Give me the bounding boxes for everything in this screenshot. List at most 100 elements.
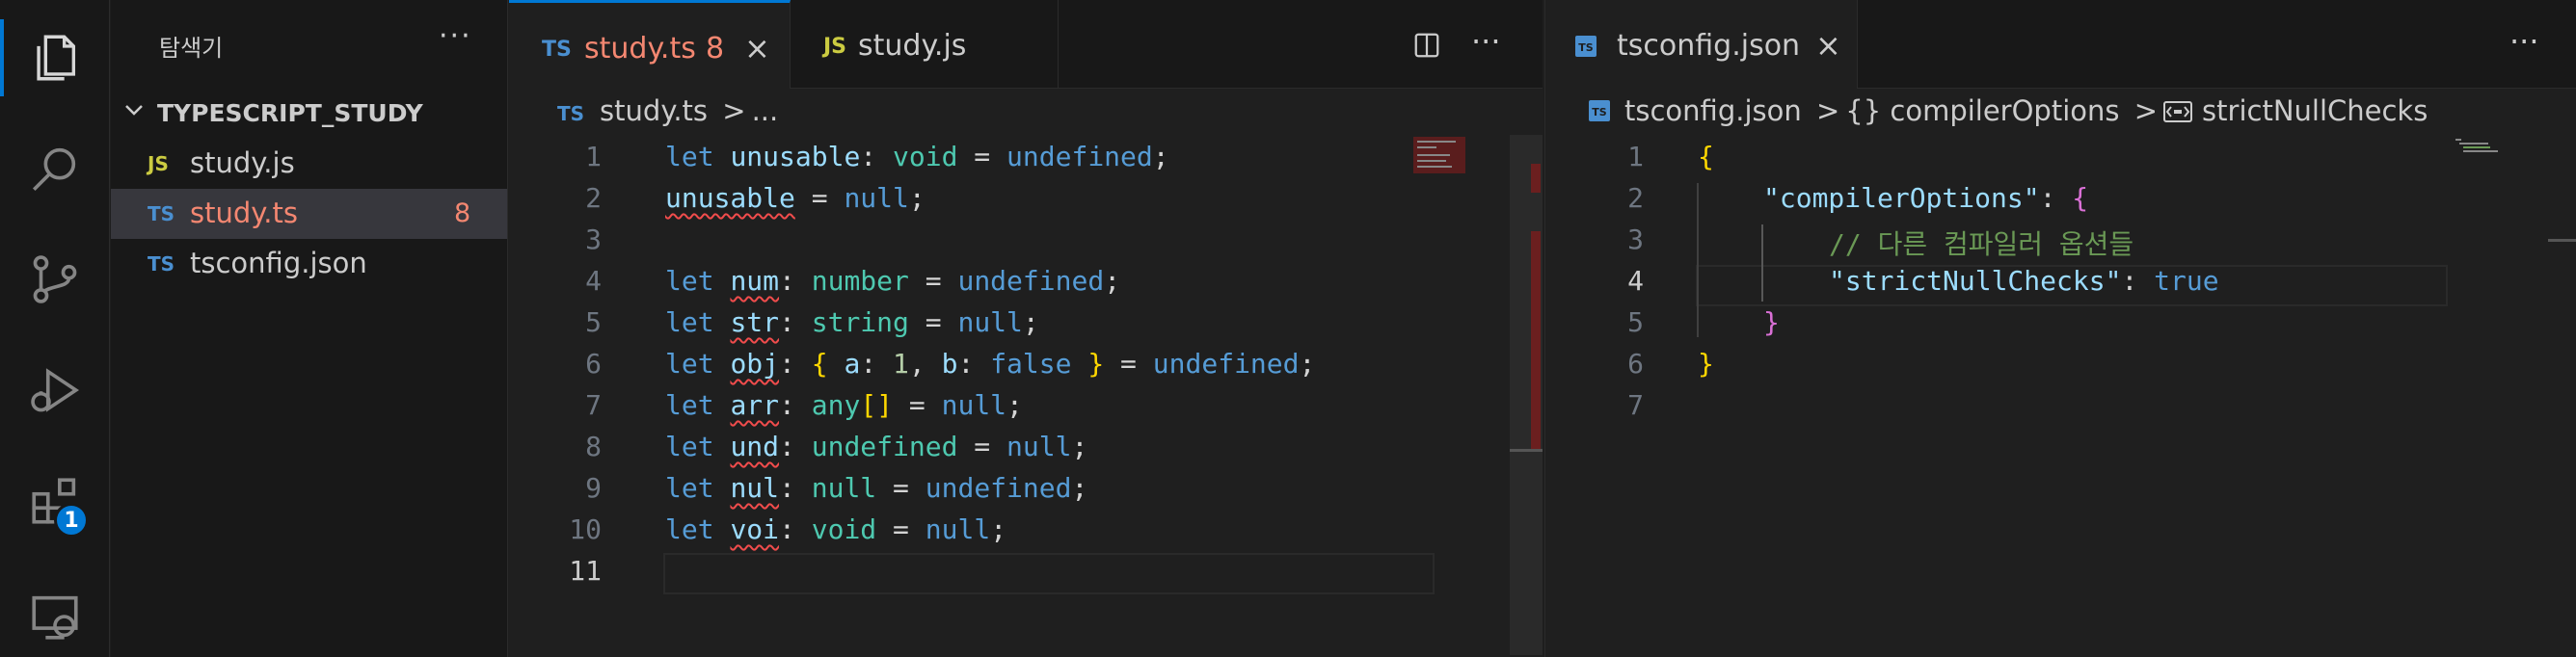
remote-explorer-icon[interactable] xyxy=(0,568,110,657)
vertical-scrollbar[interactable] xyxy=(2548,239,2576,242)
code-line: // 다른 컴파일러 옵션들 xyxy=(1829,223,2133,265)
vertical-scrollbar[interactable] xyxy=(1510,135,1543,655)
tab-bar: TS study.ts 8 × JS study.js ··· xyxy=(509,0,1543,89)
code-line: let arr: any[] = null; xyxy=(665,389,1023,421)
split-editor-icon[interactable] xyxy=(1411,31,1442,60)
code-line: "compilerOptions": { xyxy=(1763,182,2089,214)
svg-text:TS: TS xyxy=(1592,106,1607,118)
more-actions-button[interactable]: ··· xyxy=(1471,23,1501,60)
more-actions-button[interactable]: ··· xyxy=(2509,23,2539,60)
js-file-icon: JS xyxy=(823,35,847,59)
line-number: 5 xyxy=(1627,306,1644,338)
breadcrumb-property[interactable]: strictNullChecks xyxy=(2202,94,2428,127)
json-value: true xyxy=(2154,265,2219,297)
current-line-highlight xyxy=(663,553,1435,594)
code-line: let num: number = undefined; xyxy=(665,265,1121,297)
editor-group-left: TS study.ts 8 × JS study.js ··· TS study.… xyxy=(509,0,1543,657)
code-line: let nul: null = undefined; xyxy=(665,472,1088,504)
tab-label: study.ts xyxy=(584,32,696,66)
js-file-icon: JS xyxy=(148,152,169,175)
code-line: unusable = null; xyxy=(665,182,926,214)
breadcrumb-separator: > xyxy=(1815,94,1840,127)
line-number: 9 xyxy=(585,472,602,504)
line-number: 3 xyxy=(1627,223,1644,255)
file-item-tsconfig[interactable]: TS tsconfig.json xyxy=(111,239,507,289)
editor-group-right: TS tsconfig.json × ··· TS tsconfig.json >… xyxy=(1544,0,2576,657)
breadcrumb-separator: > xyxy=(2133,94,2159,127)
breadcrumb-separator: > xyxy=(722,94,746,127)
explorer-icon[interactable] xyxy=(0,10,110,106)
line-number: 2 xyxy=(1627,182,1644,214)
json-comment: // 다른 컴파일러 옵션들 xyxy=(1829,228,2134,260)
file-name: study.js xyxy=(190,146,295,179)
code-line: { xyxy=(1698,141,1714,172)
code-line: } xyxy=(1698,348,1714,380)
tab-label: tsconfig.json xyxy=(1617,29,1801,63)
run-debug-icon[interactable] xyxy=(0,342,110,438)
search-icon[interactable] xyxy=(0,120,110,217)
ts-file-icon: TS xyxy=(148,202,175,225)
line-number: 7 xyxy=(1627,389,1644,421)
file-name: tsconfig.json xyxy=(190,247,367,279)
code-line: let obj: { a: 1, b: false } = undefined; xyxy=(665,348,1316,380)
ts-file-icon: TS xyxy=(557,102,585,125)
breadcrumb-rest[interactable]: ... xyxy=(752,94,779,127)
activity-bar: 1 xyxy=(0,0,110,657)
source-control-icon[interactable] xyxy=(0,231,110,328)
line-number: 1 xyxy=(585,141,602,172)
indent-guide xyxy=(1761,224,1763,302)
tab-problem-count: 8 xyxy=(706,32,725,66)
tab-study-js[interactable]: JS study.js xyxy=(791,0,1059,89)
line-number: 1 xyxy=(1627,141,1644,172)
extensions-badge: 1 xyxy=(54,503,89,538)
breadcrumb-file[interactable]: study.ts xyxy=(600,94,708,127)
code-line: let unusable: void = undefined; xyxy=(665,141,1169,172)
line-number: 3 xyxy=(585,223,602,255)
breadcrumb: TS study.ts >... xyxy=(557,94,778,127)
sidebar-more-button[interactable]: ··· xyxy=(439,19,472,53)
breadcrumb-object[interactable]: {} compilerOptions xyxy=(1845,94,2119,127)
tab-tsconfig[interactable]: TS tsconfig.json × xyxy=(1545,0,1858,89)
line-number-current: 4 xyxy=(1627,265,1644,297)
line-number: 10 xyxy=(569,513,602,545)
ts-config-file-icon: TS xyxy=(148,252,175,276)
tab-label: study.js xyxy=(858,29,967,63)
tab-study-ts[interactable]: TS study.ts 8 × xyxy=(509,0,791,89)
line-number-current: 11 xyxy=(569,555,602,587)
code-line: let und: undefined = null; xyxy=(665,431,1088,462)
sidebar-title: 탐색기 xyxy=(159,35,224,62)
code-line: } xyxy=(1763,306,1780,338)
line-number: 2 xyxy=(585,182,602,214)
line-number: 4 xyxy=(585,265,602,297)
problem-count: 8 xyxy=(454,198,471,228)
extensions-icon[interactable] xyxy=(0,453,110,549)
indent-guide xyxy=(1697,183,1699,337)
line-number: 8 xyxy=(585,431,602,462)
ts-config-file-icon: TS xyxy=(1575,36,1597,57)
breadcrumb: TS tsconfig.json >{} compilerOptions > str… xyxy=(1588,94,2428,127)
close-icon[interactable]: × xyxy=(1815,27,1841,64)
minimap[interactable] xyxy=(2452,137,2500,160)
file-item-study-ts[interactable]: TS study.ts 8 xyxy=(111,189,507,239)
code-line: let str: string = null; xyxy=(665,306,1039,338)
minimap[interactable] xyxy=(1413,137,1465,175)
line-number: 6 xyxy=(1627,348,1644,380)
chevron-down-icon[interactable] xyxy=(122,98,146,121)
file-name: study.ts xyxy=(190,197,298,229)
code-line: let voi: void = null; xyxy=(665,513,1007,545)
line-number: 5 xyxy=(585,306,602,338)
breadcrumb-file[interactable]: tsconfig.json xyxy=(1624,94,1802,127)
folder-name[interactable]: TYPESCRIPT_STUDY xyxy=(157,99,423,127)
code-line: "strictNullChecks": true xyxy=(1829,265,2219,297)
line-number: 6 xyxy=(585,348,602,380)
ts-config-file-icon: TS xyxy=(1589,100,1610,121)
property-icon xyxy=(2163,101,2193,122)
line-number: 7 xyxy=(585,389,602,421)
explorer-sidebar: 탐색기 ··· TYPESCRIPT_STUDY JS study.js TS … xyxy=(111,0,508,657)
json-key: "strictNullChecks" xyxy=(1829,265,2122,297)
tab-bar: TS tsconfig.json × ··· xyxy=(1545,0,2576,89)
json-key: "compilerOptions" xyxy=(1763,182,2040,214)
file-item-study-js[interactable]: JS study.js xyxy=(111,139,507,189)
svg-text:TS: TS xyxy=(1578,41,1594,54)
close-icon[interactable]: × xyxy=(744,30,770,66)
